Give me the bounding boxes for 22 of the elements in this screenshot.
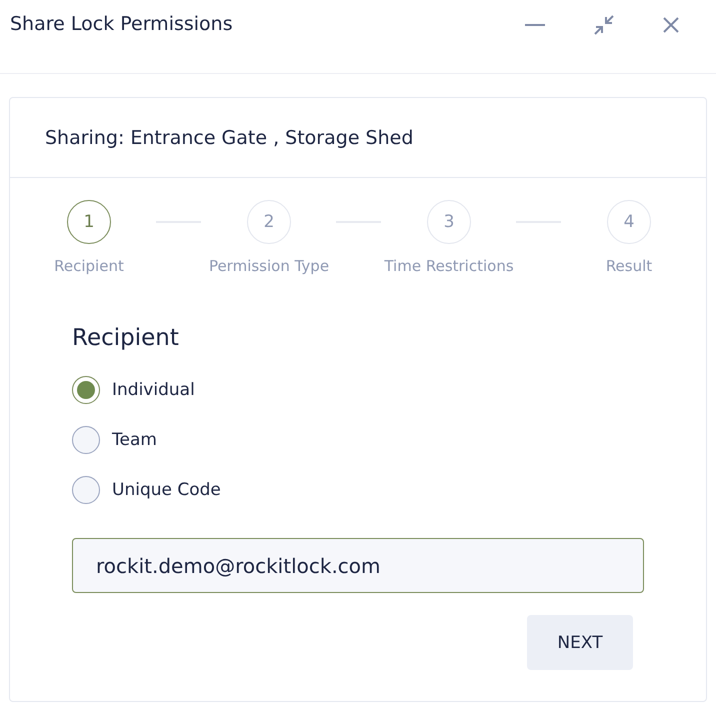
close-icon[interactable]	[663, 17, 679, 33]
step-number: 3	[427, 200, 471, 244]
radio-button[interactable]	[72, 476, 100, 504]
minimize-icon[interactable]	[525, 23, 545, 27]
section-heading: Recipient	[72, 325, 180, 351]
step-label: Time Restrictions	[384, 257, 514, 275]
step-number: 4	[607, 200, 651, 244]
step-number: 2	[247, 200, 291, 244]
radio-label: Individual	[112, 380, 195, 400]
collapse-arrows-icon[interactable]	[593, 14, 615, 36]
step-label: Permission Type	[208, 257, 330, 275]
next-button[interactable]: NEXT	[527, 615, 633, 670]
radio-button[interactable]	[72, 376, 100, 404]
radio-label: Team	[112, 430, 157, 450]
step-number: 1	[67, 200, 111, 244]
email-field[interactable]: rockit.demo@rockitlock.com	[72, 538, 644, 593]
window-title: Share Lock Permissions	[10, 13, 233, 35]
card-title: Sharing: Entrance Gate , Storage Shed	[45, 126, 414, 148]
radio-button[interactable]	[72, 426, 100, 454]
step-label: Recipient	[54, 257, 124, 275]
step-label: Result	[606, 257, 652, 275]
radio-label: Unique Code	[112, 480, 221, 500]
